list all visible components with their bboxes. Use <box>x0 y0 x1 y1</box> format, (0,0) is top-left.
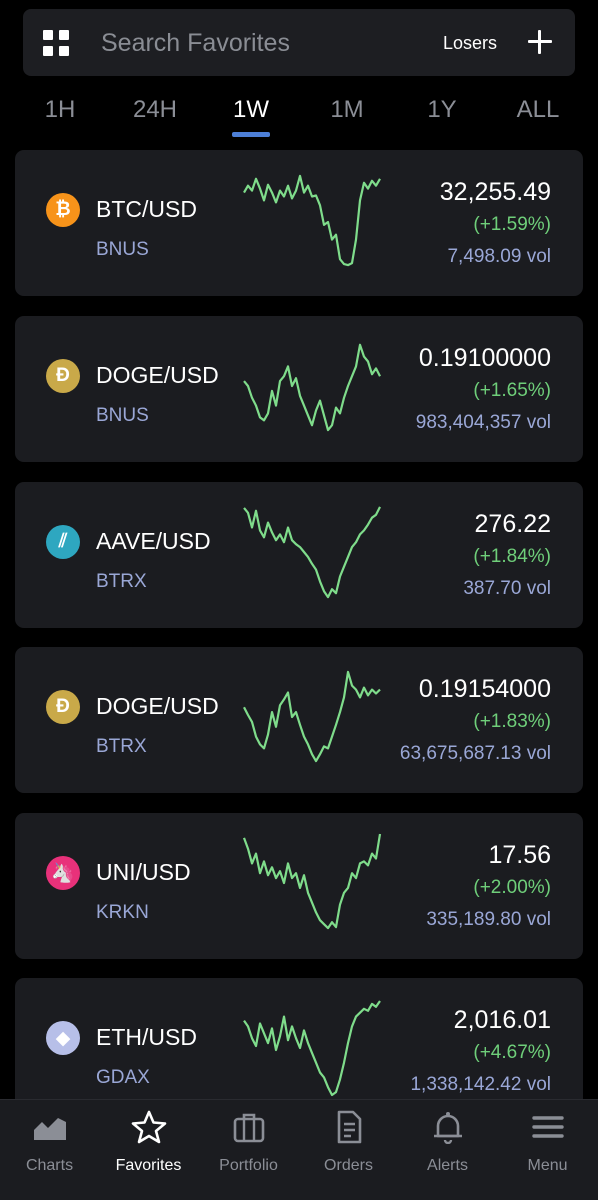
price: 0.19100000 <box>418 344 551 372</box>
price: 2,016.01 <box>453 1006 551 1034</box>
bitcoin-icon: ₿ <box>46 193 80 227</box>
sparkline-path <box>242 833 382 930</box>
sparkline-path <box>243 174 381 267</box>
price: 32,255.49 <box>439 178 551 206</box>
pair-name: DOGE/USD <box>96 693 219 719</box>
sparkline-chart <box>243 670 381 763</box>
price: 17.56 <box>488 841 551 869</box>
price: 0.19154000 <box>418 675 551 703</box>
sparkline-path <box>243 1000 381 1097</box>
sparkline-chart <box>243 1000 381 1097</box>
search-input[interactable] <box>101 27 401 59</box>
pair-name: AAVE/USD <box>96 528 211 554</box>
sparkline-chart <box>243 174 381 267</box>
volume: 335,189.80 vol <box>426 909 551 930</box>
percent-change: (+1.84%) <box>473 546 551 567</box>
nav-label: Charts <box>25 1157 74 1174</box>
percent-change: (+4.67%) <box>473 1042 551 1063</box>
tab-1m[interactable]: 1M <box>312 96 382 124</box>
dogecoin-icon: Ð <box>46 359 80 393</box>
nav-favorites[interactable]: Favorites <box>99 1100 198 1200</box>
star-icon <box>131 1110 167 1144</box>
pair-name: DOGE/USD <box>96 362 219 388</box>
exchange-name: GDAX <box>96 1067 150 1088</box>
nav-orders[interactable]: Orders <box>299 1100 398 1200</box>
favorite-card-doge-usd-bnus[interactable]: Ð DOGE/USD BNUS 0.19100000 (+1.65%) 983,… <box>15 316 583 462</box>
percent-change: (+1.83%) <box>473 711 551 732</box>
exchange-name: BNUS <box>96 239 149 260</box>
tab-all[interactable]: ALL <box>503 96 573 124</box>
timeframe-tabs: 1H 24H 1W 1M 1Y ALL <box>0 92 598 140</box>
volume: 1,338,142.42 vol <box>410 1074 551 1095</box>
sparkline-chart <box>242 833 382 930</box>
dogecoin-icon: Ð <box>46 690 80 724</box>
sparkline-path <box>243 343 381 432</box>
nav-label: Menu <box>527 1157 568 1174</box>
document-icon <box>337 1110 362 1144</box>
percent-change: (+1.59%) <box>473 214 551 235</box>
percent-change: (+1.65%) <box>473 380 551 401</box>
briefcase-icon <box>233 1113 265 1143</box>
uniswap-icon: 🦄 <box>46 856 80 890</box>
pair-name: ETH/USD <box>96 1024 197 1050</box>
sort-selector[interactable]: Losers <box>443 33 497 54</box>
bell-icon <box>434 1112 462 1144</box>
pair-name: BTC/USD <box>96 196 197 222</box>
nav-label: Favorites <box>115 1157 182 1174</box>
percent-change: (+2.00%) <box>473 877 551 898</box>
exchange-name: BTRX <box>96 571 147 592</box>
nav-label: Orders <box>324 1157 373 1174</box>
tab-1h[interactable]: 1H <box>25 96 95 124</box>
aave-icon: ⫽ <box>46 525 80 559</box>
nav-label: Alerts <box>427 1157 468 1174</box>
nav-alerts[interactable]: Alerts <box>398 1100 497 1200</box>
exchange-name: KRKN <box>96 902 149 923</box>
nav-label: Portfolio <box>219 1157 278 1174</box>
sparkline-chart <box>243 506 381 599</box>
grid-icon[interactable] <box>43 30 69 56</box>
hamburger-icon <box>532 1116 564 1138</box>
nav-menu[interactable]: Menu <box>498 1100 597 1200</box>
exchange-name: BTRX <box>96 736 147 757</box>
favorite-card-uni-usd[interactable]: 🦄 UNI/USD KRKN 17.56 (+2.00%) 335,189.80… <box>15 813 583 959</box>
exchange-name: BNUS <box>96 405 149 426</box>
sparkline-path <box>243 506 381 599</box>
volume: 7,498.09 vol <box>447 246 551 267</box>
tab-1w[interactable]: 1W <box>216 96 286 124</box>
price: 276.22 <box>474 510 551 538</box>
favorite-card-aave-usd[interactable]: ⫽ AAVE/USD BTRX 276.22 (+1.84%) 387.70 v… <box>15 482 583 628</box>
tab-24h[interactable]: 24H <box>120 96 190 124</box>
favorite-card-btc-usd[interactable]: ₿ BTC/USD BNUS 32,255.49 (+1.59%) 7,498.… <box>15 150 583 296</box>
volume: 983,404,357 vol <box>415 412 551 433</box>
ethereum-icon: ◆ <box>46 1021 80 1055</box>
charts-icon <box>34 1118 66 1140</box>
favorite-card-doge-usd-btrx[interactable]: Ð DOGE/USD BTRX 0.19154000 (+1.83%) 63,6… <box>15 647 583 793</box>
tab-1y[interactable]: 1Y <box>407 96 477 124</box>
sparkline-chart <box>243 343 381 432</box>
bottom-nav: Charts Favorites Portfolio Orders Alerts <box>0 1099 598 1200</box>
active-tab-indicator <box>232 132 270 137</box>
add-icon[interactable] <box>526 28 554 56</box>
pair-name: UNI/USD <box>96 859 191 885</box>
nav-portfolio[interactable]: Portfolio <box>199 1100 298 1200</box>
volume: 63,675,687.13 vol <box>399 743 551 764</box>
sparkline-path <box>243 670 381 763</box>
nav-charts[interactable]: Charts <box>0 1100 99 1200</box>
volume: 387.70 vol <box>463 578 551 599</box>
search-bar: Losers <box>23 9 575 76</box>
